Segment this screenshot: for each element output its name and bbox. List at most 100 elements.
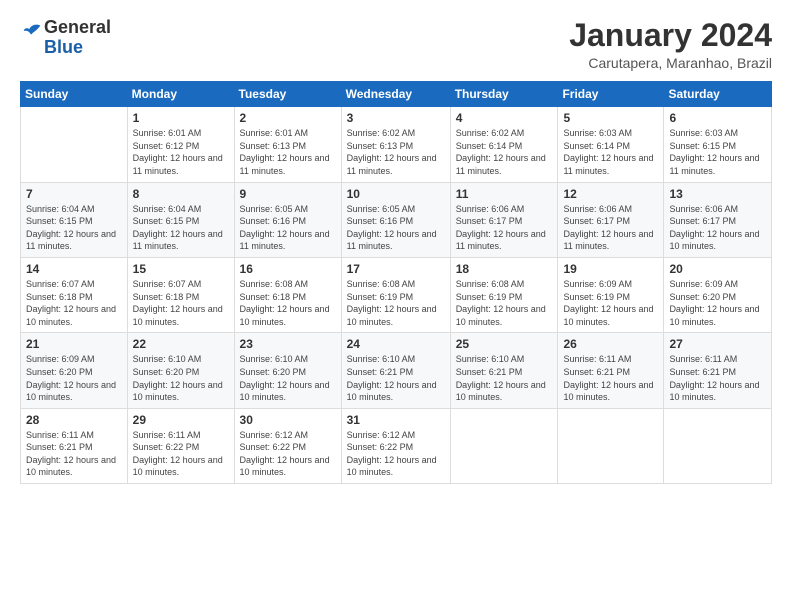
sunrise-text: Sunrise: 6:03 AM (563, 127, 658, 140)
table-row: 16 Sunrise: 6:08 AM Sunset: 6:18 PM Dayl… (234, 257, 341, 332)
day-info: Sunrise: 6:05 AM Sunset: 6:16 PM Dayligh… (347, 203, 445, 253)
day-info: Sunrise: 6:03 AM Sunset: 6:15 PM Dayligh… (669, 127, 766, 177)
day-info: Sunrise: 6:08 AM Sunset: 6:18 PM Dayligh… (240, 278, 336, 328)
day-info: Sunrise: 6:01 AM Sunset: 6:13 PM Dayligh… (240, 127, 336, 177)
day-info: Sunrise: 6:11 AM Sunset: 6:21 PM Dayligh… (669, 353, 766, 403)
day-number: 7 (26, 187, 122, 201)
sunset-text: Sunset: 6:21 PM (563, 366, 658, 379)
day-number: 15 (133, 262, 229, 276)
sunset-text: Sunset: 6:20 PM (133, 366, 229, 379)
col-tuesday: Tuesday (234, 82, 341, 107)
month-title: January 2024 (569, 18, 772, 53)
day-number: 10 (347, 187, 445, 201)
daylight-text: Daylight: 12 hours and 11 minutes. (669, 152, 766, 177)
day-info: Sunrise: 6:07 AM Sunset: 6:18 PM Dayligh… (26, 278, 122, 328)
sunrise-text: Sunrise: 6:10 AM (240, 353, 336, 366)
day-info: Sunrise: 6:11 AM Sunset: 6:22 PM Dayligh… (133, 429, 229, 479)
day-info: Sunrise: 6:04 AM Sunset: 6:15 PM Dayligh… (133, 203, 229, 253)
daylight-text: Daylight: 12 hours and 11 minutes. (133, 228, 229, 253)
sunset-text: Sunset: 6:18 PM (26, 291, 122, 304)
table-row: 12 Sunrise: 6:06 AM Sunset: 6:17 PM Dayl… (558, 182, 664, 257)
logo-bird-icon (22, 20, 44, 42)
sunrise-text: Sunrise: 6:08 AM (347, 278, 445, 291)
daylight-text: Daylight: 12 hours and 10 minutes. (347, 454, 445, 479)
daylight-text: Daylight: 12 hours and 11 minutes. (240, 152, 336, 177)
daylight-text: Daylight: 12 hours and 11 minutes. (563, 152, 658, 177)
table-row: 19 Sunrise: 6:09 AM Sunset: 6:19 PM Dayl… (558, 257, 664, 332)
sunrise-text: Sunrise: 6:05 AM (347, 203, 445, 216)
table-row: 22 Sunrise: 6:10 AM Sunset: 6:20 PM Dayl… (127, 333, 234, 408)
daylight-text: Daylight: 12 hours and 11 minutes. (563, 228, 658, 253)
table-row: 31 Sunrise: 6:12 AM Sunset: 6:22 PM Dayl… (341, 408, 450, 483)
day-number: 20 (669, 262, 766, 276)
sunrise-text: Sunrise: 6:11 AM (669, 353, 766, 366)
sunset-text: Sunset: 6:21 PM (456, 366, 553, 379)
sunset-text: Sunset: 6:17 PM (456, 215, 553, 228)
sunset-text: Sunset: 6:20 PM (26, 366, 122, 379)
daylight-text: Daylight: 12 hours and 10 minutes. (26, 454, 122, 479)
day-info: Sunrise: 6:01 AM Sunset: 6:12 PM Dayligh… (133, 127, 229, 177)
sunset-text: Sunset: 6:14 PM (456, 140, 553, 153)
table-row: 20 Sunrise: 6:09 AM Sunset: 6:20 PM Dayl… (664, 257, 772, 332)
table-row: 4 Sunrise: 6:02 AM Sunset: 6:14 PM Dayli… (450, 107, 558, 182)
table-row: 14 Sunrise: 6:07 AM Sunset: 6:18 PM Dayl… (21, 257, 128, 332)
table-row: 15 Sunrise: 6:07 AM Sunset: 6:18 PM Dayl… (127, 257, 234, 332)
daylight-text: Daylight: 12 hours and 10 minutes. (563, 379, 658, 404)
col-thursday: Thursday (450, 82, 558, 107)
sunset-text: Sunset: 6:12 PM (133, 140, 229, 153)
sunrise-text: Sunrise: 6:08 AM (456, 278, 553, 291)
day-info: Sunrise: 6:09 AM Sunset: 6:20 PM Dayligh… (669, 278, 766, 328)
sunrise-text: Sunrise: 6:09 AM (563, 278, 658, 291)
daylight-text: Daylight: 12 hours and 11 minutes. (456, 228, 553, 253)
day-number: 30 (240, 413, 336, 427)
col-saturday: Saturday (664, 82, 772, 107)
logo: General Blue (20, 18, 111, 58)
sunrise-text: Sunrise: 6:06 AM (563, 203, 658, 216)
day-info: Sunrise: 6:10 AM Sunset: 6:21 PM Dayligh… (456, 353, 553, 403)
daylight-text: Daylight: 12 hours and 10 minutes. (669, 228, 766, 253)
day-number: 18 (456, 262, 553, 276)
day-number: 29 (133, 413, 229, 427)
day-info: Sunrise: 6:08 AM Sunset: 6:19 PM Dayligh… (456, 278, 553, 328)
day-info: Sunrise: 6:05 AM Sunset: 6:16 PM Dayligh… (240, 203, 336, 253)
sunset-text: Sunset: 6:18 PM (240, 291, 336, 304)
day-info: Sunrise: 6:06 AM Sunset: 6:17 PM Dayligh… (456, 203, 553, 253)
daylight-text: Daylight: 12 hours and 11 minutes. (133, 152, 229, 177)
day-number: 26 (563, 337, 658, 351)
sunset-text: Sunset: 6:18 PM (133, 291, 229, 304)
sunset-text: Sunset: 6:17 PM (669, 215, 766, 228)
daylight-text: Daylight: 12 hours and 10 minutes. (26, 379, 122, 404)
sunset-text: Sunset: 6:17 PM (563, 215, 658, 228)
sunset-text: Sunset: 6:15 PM (669, 140, 766, 153)
daylight-text: Daylight: 12 hours and 10 minutes. (347, 379, 445, 404)
table-row: 10 Sunrise: 6:05 AM Sunset: 6:16 PM Dayl… (341, 182, 450, 257)
day-info: Sunrise: 6:10 AM Sunset: 6:21 PM Dayligh… (347, 353, 445, 403)
daylight-text: Daylight: 12 hours and 11 minutes. (456, 152, 553, 177)
day-number: 19 (563, 262, 658, 276)
day-info: Sunrise: 6:04 AM Sunset: 6:15 PM Dayligh… (26, 203, 122, 253)
day-number: 1 (133, 111, 229, 125)
table-row: 17 Sunrise: 6:08 AM Sunset: 6:19 PM Dayl… (341, 257, 450, 332)
sunrise-text: Sunrise: 6:11 AM (133, 429, 229, 442)
sunrise-text: Sunrise: 6:09 AM (669, 278, 766, 291)
calendar-table: Sunday Monday Tuesday Wednesday Thursday… (20, 81, 772, 484)
day-info: Sunrise: 6:08 AM Sunset: 6:19 PM Dayligh… (347, 278, 445, 328)
sunrise-text: Sunrise: 6:10 AM (456, 353, 553, 366)
daylight-text: Daylight: 12 hours and 10 minutes. (669, 379, 766, 404)
day-info: Sunrise: 6:06 AM Sunset: 6:17 PM Dayligh… (563, 203, 658, 253)
table-row: 18 Sunrise: 6:08 AM Sunset: 6:19 PM Dayl… (450, 257, 558, 332)
day-number: 25 (456, 337, 553, 351)
daylight-text: Daylight: 12 hours and 10 minutes. (26, 303, 122, 328)
day-number: 13 (669, 187, 766, 201)
day-info: Sunrise: 6:11 AM Sunset: 6:21 PM Dayligh… (26, 429, 122, 479)
daylight-text: Daylight: 12 hours and 11 minutes. (240, 228, 336, 253)
sunset-text: Sunset: 6:14 PM (563, 140, 658, 153)
day-info: Sunrise: 6:11 AM Sunset: 6:21 PM Dayligh… (563, 353, 658, 403)
sunrise-text: Sunrise: 6:07 AM (133, 278, 229, 291)
table-row: 24 Sunrise: 6:10 AM Sunset: 6:21 PM Dayl… (341, 333, 450, 408)
table-row: 5 Sunrise: 6:03 AM Sunset: 6:14 PM Dayli… (558, 107, 664, 182)
day-info: Sunrise: 6:02 AM Sunset: 6:14 PM Dayligh… (456, 127, 553, 177)
sunrise-text: Sunrise: 6:11 AM (563, 353, 658, 366)
day-number: 22 (133, 337, 229, 351)
sunset-text: Sunset: 6:13 PM (347, 140, 445, 153)
